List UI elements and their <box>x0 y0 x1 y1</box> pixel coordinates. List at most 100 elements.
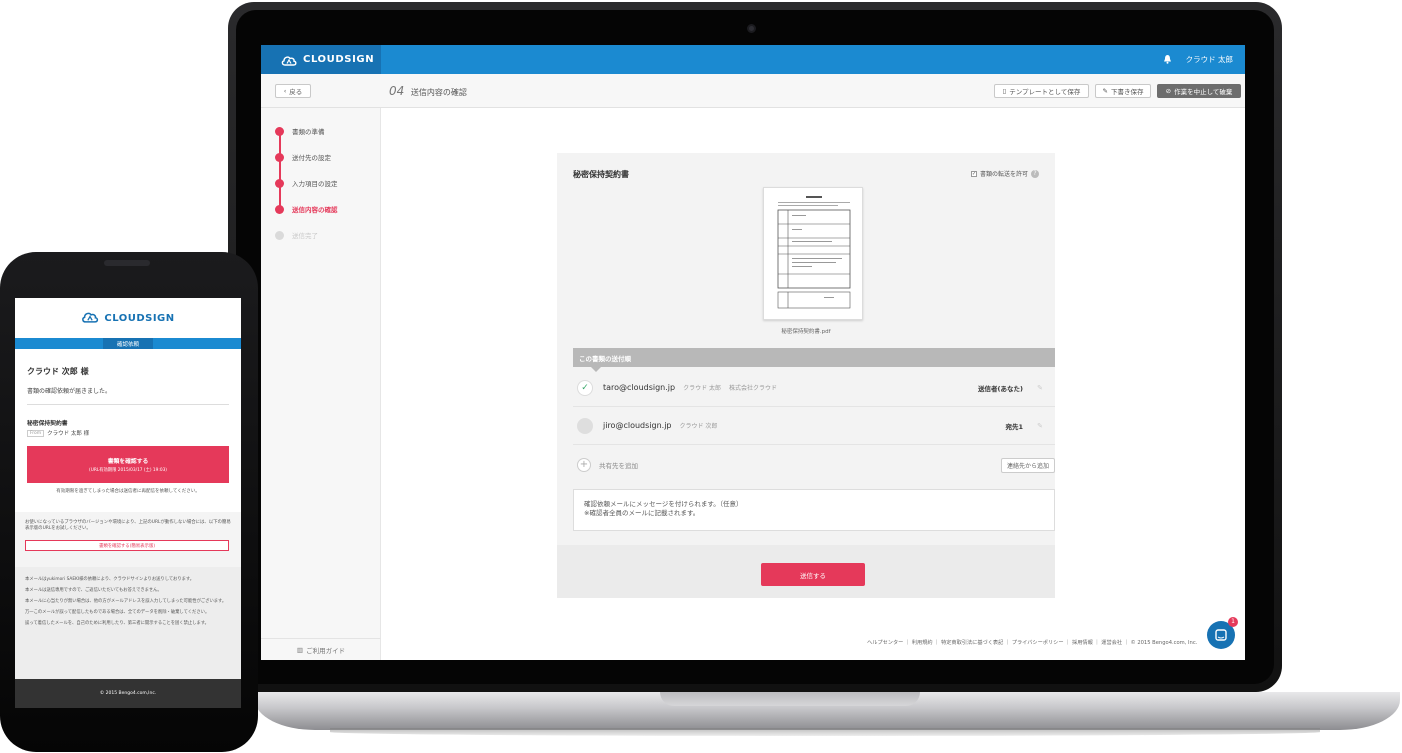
phone-expired-note: 有効期限を過ぎてしまった場合は送信者に再配信を依頼してください。 <box>56 489 200 494</box>
notification-badge: 1 <box>1228 617 1238 627</box>
note-item: 本メールに心当たりが無い場合は、他の方がメールアドレスを誤入力してしまった可能性… <box>25 599 227 604</box>
legacy-confirm-button[interactable]: 書類を確認する(簡易表示版) <box>25 540 229 551</box>
phone-notice: 書類の確認依頼が届きました。 <box>27 388 112 395</box>
note-item: 本メールは送信専用ですので、ご返信いただいてもお答えできません。 <box>25 588 162 593</box>
laptop-notch <box>660 692 920 706</box>
user-menu[interactable]: クラウド 太郎 <box>1186 54 1233 65</box>
recipient-row: jiro@cloudsign.jp クラウド 次郎 宛先1 ✎ <box>573 407 1055 445</box>
recipient-email: jiro@cloudsign.jp <box>603 421 672 430</box>
book-icon: ▥ <box>296 645 304 654</box>
add-cc-label[interactable]: 共有先を追加 <box>599 460 638 470</box>
confirm-card: 秘密保持契約書 ✓ 書類の転送を許可 ? 秘密保持契約書.pdf この書類の送付… <box>557 153 1055 598</box>
laptop-screen: CLOUDSIGN クラウド 太郎 ‹ 戻る 04 送信内容の確認 ▯ テンプレ… <box>261 45 1245 660</box>
help-icon[interactable]: ? <box>1031 169 1039 178</box>
recipient-name: クラウド 太郎 <box>683 385 722 392</box>
step-sidebar: 書類の準備 送付先の設定 入力項目の設定 送信内容の確認 送信完了 ▥ ご利用ガ… <box>261 108 381 660</box>
chevron-left-icon: ‹ <box>283 87 287 95</box>
phone-footer: © 2015 Bengo4.com,Inc. <box>15 679 241 708</box>
edit-icon: ✎ <box>1102 87 1108 95</box>
phone-from: From クラウド 太郎 様 <box>27 429 89 437</box>
abort-label: 作業を中止して破棄 <box>1174 88 1233 96</box>
bell-icon[interactable] <box>1163 54 1172 66</box>
phone-speaker <box>104 260 150 266</box>
phone-brand-logo: CLOUDSIGN <box>15 310 241 326</box>
step-dot <box>275 204 284 214</box>
note-item: 誤って着信したメールを、自己のために利用したり、第三者に開示することを固く禁止し… <box>25 621 209 626</box>
allow-transfer-checkbox[interactable]: ✓ 書類の転送を許可 ? <box>970 169 1039 178</box>
add-from-contacts-button[interactable]: 連絡先から追加 <box>1001 458 1055 473</box>
step-label: 書類の準備 <box>292 128 325 136</box>
brand-logo[interactable]: CLOUDSIGN <box>261 45 381 74</box>
save-draft-label: 下書き保存 <box>1110 88 1144 96</box>
footer-links[interactable]: ヘルプセンター ｜ 利用規約 ｜ 特定商取引法に基づく表記 ｜ プライバシーポリ… <box>867 639 1197 646</box>
sidebar-step-confirm[interactable]: 送信内容の確認 <box>275 204 338 214</box>
cta-label: 書類を確認する <box>107 459 149 465</box>
step-dot <box>275 152 284 162</box>
step-dot <box>275 230 284 240</box>
legacy-text: お使いになっているブラウザのバージョンや環境により、上記のURLが動作しない場合… <box>25 520 231 531</box>
recipient-name: クラウド 次郎 <box>679 423 718 430</box>
camera-icon <box>747 24 756 33</box>
document-title: 秘密保持契約書 <box>573 170 629 179</box>
step-title-text: 送信内容の確認 <box>410 88 467 97</box>
cancel-circle-icon: ⊘ <box>1165 87 1172 95</box>
sidebar-step-recipients[interactable]: 送付先の設定 <box>275 152 331 162</box>
sidebar-step-prepare[interactable]: 書類の準備 <box>275 126 325 136</box>
pencil-icon[interactable]: ✎ <box>1037 422 1043 430</box>
document-thumbnail[interactable] <box>763 187 863 320</box>
plus-icon[interactable]: + <box>577 458 591 472</box>
abort-button[interactable]: ⊘ 作業を中止して破棄 <box>1157 84 1241 98</box>
step-label: 送信完了 <box>292 232 318 240</box>
send-area: 送信する <box>557 545 1055 598</box>
laptop-shadow <box>330 728 1320 736</box>
step-label: 送付先の設定 <box>292 154 331 162</box>
save-draft-button[interactable]: ✎ 下書き保存 <box>1095 84 1151 98</box>
recipient-row: ✓ taro@cloudsign.jp クラウド 太郎 株式会社クラウド 送信者… <box>573 369 1055 407</box>
recipient-role: 送信者(あなた) <box>978 384 1023 393</box>
phone-confirm-document-button[interactable]: 書類を確認する (URL有効期限 2015/03/17 (土) 19:03) <box>27 446 229 483</box>
pencil-icon[interactable]: ✎ <box>1037 384 1043 392</box>
back-button[interactable]: ‹ 戻る <box>275 84 311 98</box>
cta-expiry: (URL有効期限 2015/03/17 (土) 19:03) <box>89 468 167 473</box>
recipient-company: 株式会社クラウド <box>729 385 778 392</box>
sidebar-step-complete: 送信完了 <box>275 230 318 240</box>
user-guide-link[interactable]: ▥ ご利用ガイド <box>261 638 381 660</box>
header-user-area: クラウド 太郎 <box>1163 45 1233 74</box>
message-textarea[interactable]: 確認依頼メールにメッセージを付けられます。（任意） ※確認者全員のメールに記載さ… <box>573 489 1055 531</box>
phone-legacy-section: お使いになっているブラウザのバージョンや環境により、上記のURLが動作しない場合… <box>15 512 241 567</box>
sidebar-step-fields[interactable]: 入力項目の設定 <box>275 178 338 188</box>
phone-notes: 本メールはyukimori SAEKI様の依頼により、クラウドサインよりお送りし… <box>15 567 241 679</box>
cloudsign-logo-icon <box>81 310 99 326</box>
document-icon: ▯ <box>1002 87 1007 95</box>
brand-name: CLOUDSIGN <box>303 54 375 65</box>
recipient-role: 宛先1 <box>1005 422 1023 431</box>
step-progress-line <box>279 132 281 210</box>
note-item: 万一このメールが誤って配信したものである場合は、全てのデータを削除・破棄してくだ… <box>25 610 210 615</box>
save-template-label: テンプレートとして保存 <box>1009 88 1081 96</box>
recipients-section-header: この書類の送付順 <box>573 348 1055 372</box>
guide-label: ご利用ガイド <box>306 646 346 655</box>
message-placeholder-line1: 確認依頼メールにメッセージを付けられます。（任意） <box>584 500 743 508</box>
step-number: 04 <box>389 84 405 98</box>
phone-brand-name: CLOUDSIGN <box>104 312 175 324</box>
divider <box>27 404 229 405</box>
from-name: クラウド 太郎 様 <box>47 431 90 437</box>
save-template-button[interactable]: ▯ テンプレートとして保存 <box>994 84 1089 98</box>
app-header: CLOUDSIGN クラウド 太郎 <box>261 45 1245 74</box>
page-title: 04 送信内容の確認 <box>389 84 467 98</box>
from-tag: From <box>27 429 45 437</box>
send-button[interactable]: 送信する <box>761 563 865 586</box>
back-label: 戻る <box>289 88 303 96</box>
message-placeholder-line2: ※確認者全員のメールに記載されます。 <box>584 509 700 517</box>
checkbox-checked-icon: ✓ <box>970 170 977 177</box>
phone-band-label: 確認依頼 <box>103 338 153 349</box>
document-file-name: 秘密保持契約書.pdf <box>781 329 831 335</box>
step-dot <box>275 126 284 136</box>
phone-document-title: 秘密保持契約書 <box>27 421 68 427</box>
step-dot <box>275 178 284 188</box>
toolbar: ‹ 戻る 04 送信内容の確認 ▯ テンプレートとして保存 ✎ 下書き保存 ⊘ … <box>261 74 1245 108</box>
step-label: 送信内容の確認 <box>292 206 338 214</box>
phone-recipient-name: クラウド 次郎 様 <box>27 367 89 376</box>
checkmark-icon: ✓ <box>577 379 593 396</box>
step-label: 入力項目の設定 <box>292 180 338 188</box>
